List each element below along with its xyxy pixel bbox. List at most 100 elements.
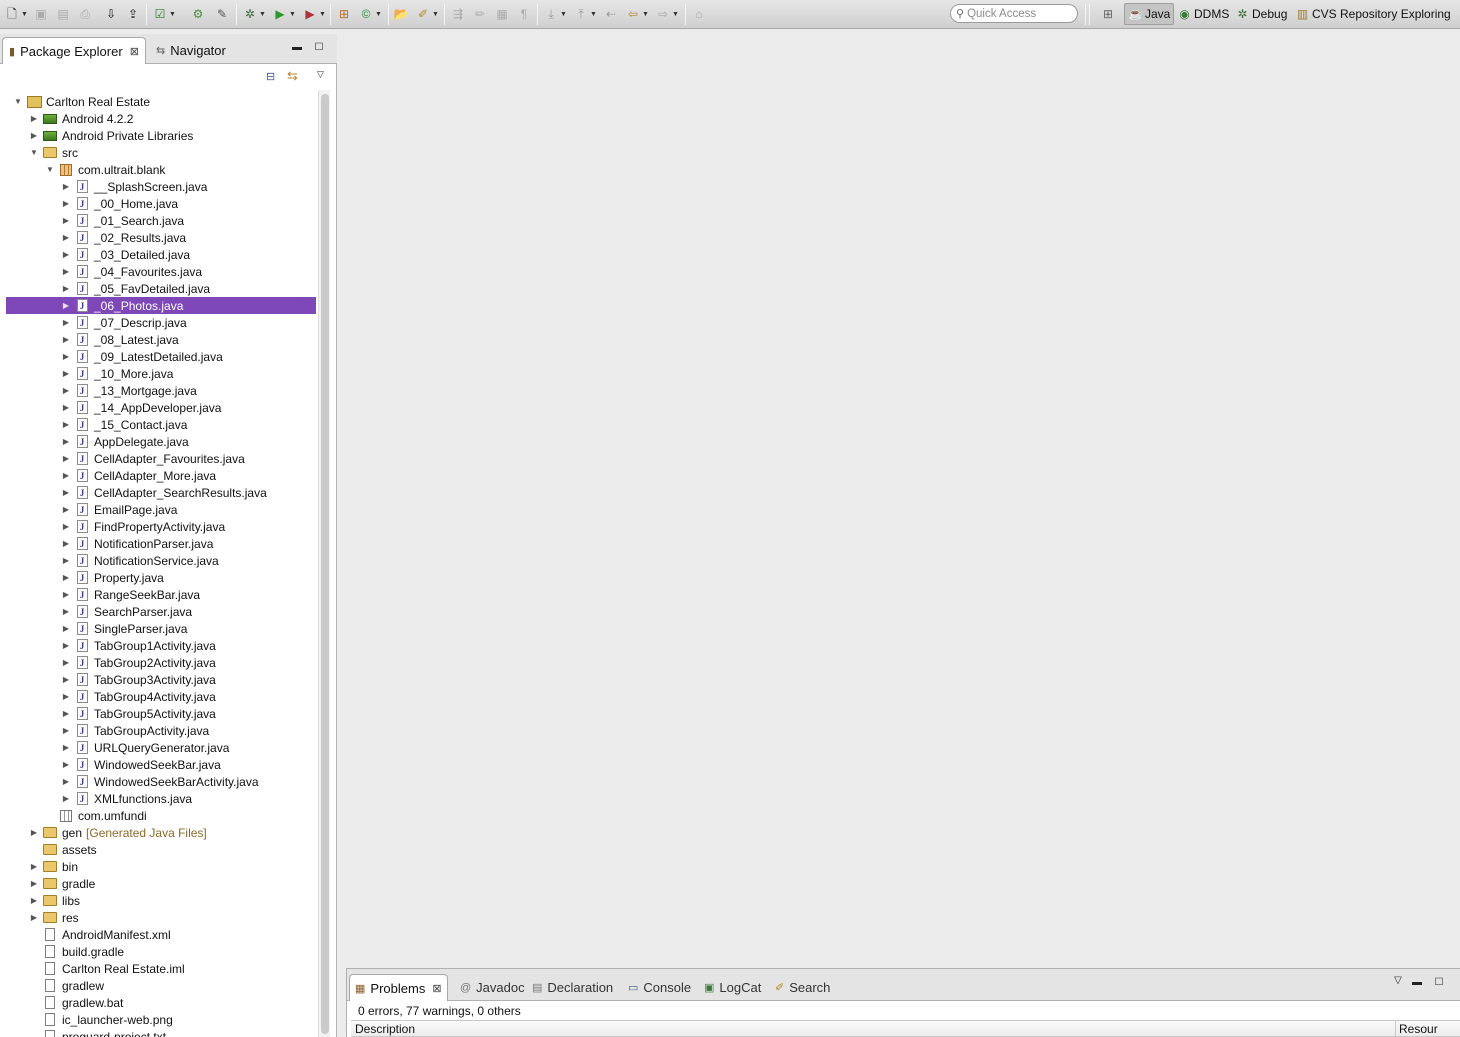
- collapsed-arrow-icon[interactable]: ▶: [60, 216, 72, 225]
- checklist-icon[interactable]: ☑ ▼: [152, 5, 176, 23]
- tree-item[interactable]: ▶ J _04_Favourites.java: [6, 263, 316, 280]
- collapsed-arrow-icon[interactable]: ▶: [60, 556, 72, 565]
- tree-item[interactable]: ▶ J _15_Contact.java: [6, 416, 316, 433]
- tree-item[interactable]: ▶ J _00_Home.java: [6, 195, 316, 212]
- collapsed-arrow-icon[interactable]: ▶: [28, 879, 40, 888]
- block-select-icon[interactable]: ▦: [494, 5, 510, 23]
- collapsed-arrow-icon[interactable]: ▶: [28, 913, 40, 922]
- maximize-icon[interactable]: ☐: [313, 41, 325, 53]
- print-icon[interactable]: ⎙: [77, 5, 93, 23]
- link-with-editor-icon[interactable]: ⇆: [287, 68, 298, 84]
- tree-item[interactable]: ▶ J NotificationService.java: [6, 552, 316, 569]
- tree-item[interactable]: ▶ J FindPropertyActivity.java: [6, 518, 316, 535]
- tree-item[interactable]: ▶ Android 4.2.2: [6, 110, 316, 127]
- tree-item[interactable]: ic_launcher-web.png: [6, 1011, 316, 1028]
- tree-item[interactable]: ▶ J AppDelegate.java: [6, 433, 316, 450]
- collapsed-arrow-icon[interactable]: ▶: [60, 488, 72, 497]
- collapsed-arrow-icon[interactable]: ▶: [60, 437, 72, 446]
- view-menu-icon[interactable]: ▽: [1392, 974, 1404, 986]
- export-icon[interactable]: ⇪: [125, 5, 141, 23]
- collapsed-arrow-icon[interactable]: ▶: [60, 658, 72, 667]
- tree-item[interactable]: ▶ J _07_Descrip.java: [6, 314, 316, 331]
- tree-item[interactable]: ▶ J CellAdapter_Favourites.java: [6, 450, 316, 467]
- tree-item[interactable]: ▶ gen [Generated Java Files]: [6, 824, 316, 841]
- tree-item[interactable]: ▶ gradle: [6, 875, 316, 892]
- tab-declaration[interactable]: ▤ Declaration: [527, 974, 618, 1001]
- tree-item[interactable]: ▶ libs: [6, 892, 316, 909]
- expanded-arrow-icon[interactable]: ▼: [44, 165, 56, 174]
- collapsed-arrow-icon[interactable]: ▶: [60, 726, 72, 735]
- collapsed-arrow-icon[interactable]: ▶: [60, 471, 72, 480]
- collapsed-arrow-icon[interactable]: ▶: [60, 641, 72, 650]
- collapsed-arrow-icon[interactable]: ▶: [60, 709, 72, 718]
- sdk-manager-icon[interactable]: ⚙: [190, 5, 206, 23]
- tree-item[interactable]: ▶ J TabGroup5Activity.java: [6, 705, 316, 722]
- collapsed-arrow-icon[interactable]: ▶: [60, 624, 72, 633]
- tree-item[interactable]: ▶ J _06_Photos.java: [6, 297, 316, 314]
- column-description[interactable]: Description: [355, 1022, 415, 1036]
- run-icon[interactable]: ▶ ▼: [272, 5, 296, 23]
- collapsed-arrow-icon[interactable]: ▶: [28, 828, 40, 837]
- tree-item[interactable]: ▶ J TabGroup4Activity.java: [6, 688, 316, 705]
- perspective-debug[interactable]: ✲ Debug: [1232, 3, 1290, 25]
- tab-javadoc[interactable]: @ Javadoc: [455, 974, 530, 1001]
- tree-item[interactable]: gradlew: [6, 977, 316, 994]
- tab-problems[interactable]: ▦ Problems ⊠: [349, 974, 448, 1001]
- collapsed-arrow-icon[interactable]: ▶: [60, 522, 72, 531]
- quick-access-input[interactable]: [967, 7, 1068, 20]
- collapse-all-icon[interactable]: ⊟: [266, 70, 275, 83]
- collapsed-arrow-icon[interactable]: ▶: [60, 352, 72, 361]
- collapsed-arrow-icon[interactable]: ▶: [28, 896, 40, 905]
- tree-item[interactable]: ▶ J Property.java: [6, 569, 316, 586]
- collapsed-arrow-icon[interactable]: ▶: [60, 420, 72, 429]
- tree-item[interactable]: assets: [6, 841, 316, 858]
- tree-item[interactable]: Carlton Real Estate.iml: [6, 960, 316, 977]
- tree-item[interactable]: ▶ J _01_Search.java: [6, 212, 316, 229]
- collapsed-arrow-icon[interactable]: ▶: [28, 862, 40, 871]
- tab-navigator[interactable]: ⇆ Navigator: [150, 37, 232, 64]
- tree-item[interactable]: ▶ Android Private Libraries: [6, 127, 316, 144]
- expanded-arrow-icon[interactable]: ▼: [28, 148, 40, 157]
- tab-console[interactable]: ▭ Console: [623, 974, 696, 1001]
- last-edit-icon[interactable]: ⇠: [603, 5, 619, 23]
- tree-item[interactable]: proguard-project.txt: [6, 1028, 316, 1037]
- save-icon[interactable]: ▣: [33, 5, 49, 23]
- scrollbar-thumb[interactable]: [321, 94, 329, 1034]
- collapsed-arrow-icon[interactable]: ▶: [60, 760, 72, 769]
- tree-item[interactable]: ▶ J SearchParser.java: [6, 603, 316, 620]
- tree-item[interactable]: ▶ J __SplashScreen.java: [6, 178, 316, 195]
- tab-logcat[interactable]: ▣ LogCat: [699, 974, 766, 1001]
- new-icon[interactable]: 🗋 ▼: [4, 5, 28, 23]
- tree-item[interactable]: ▶ J NotificationParser.java: [6, 535, 316, 552]
- tree-item[interactable]: ▶ J _09_LatestDetailed.java: [6, 348, 316, 365]
- collapsed-arrow-icon[interactable]: ▶: [60, 301, 72, 310]
- close-icon[interactable]: ⊠: [432, 982, 441, 995]
- quick-access-field[interactable]: ⚲: [950, 4, 1078, 23]
- tab-package-explorer[interactable]: ▮ Package Explorer ⊠: [2, 37, 146, 64]
- collapsed-arrow-icon[interactable]: ▶: [60, 199, 72, 208]
- collapsed-arrow-icon[interactable]: ▶: [60, 505, 72, 514]
- perspective-ddms[interactable]: ◉ DDMS: [1174, 3, 1232, 25]
- tree-item[interactable]: ▶ J URLQueryGenerator.java: [6, 739, 316, 756]
- collapsed-arrow-icon[interactable]: ▶: [28, 114, 40, 123]
- minimize-icon[interactable]: ▬: [1411, 976, 1423, 988]
- collapsed-arrow-icon[interactable]: ▶: [60, 182, 72, 191]
- column-divider[interactable]: [1395, 1021, 1396, 1036]
- open-perspective-icon[interactable]: ⊞: [1100, 5, 1116, 23]
- tree-scrollbar[interactable]: [318, 90, 330, 1037]
- tree-item[interactable]: ▶ J XMLfunctions.java: [6, 790, 316, 807]
- open-type-icon[interactable]: 📂: [393, 5, 409, 23]
- back-arrow-icon[interactable]: ⇦ ▼: [625, 5, 649, 23]
- collapsed-arrow-icon[interactable]: ▶: [60, 318, 72, 327]
- maximize-icon[interactable]: ☐: [1433, 976, 1445, 988]
- tree-item[interactable]: com.umfundi: [6, 807, 316, 824]
- new-package-icon[interactable]: ⊞: [336, 5, 352, 23]
- column-resource[interactable]: Resour: [1399, 1022, 1438, 1036]
- search-wand-icon[interactable]: ✐ ▼: [415, 5, 439, 23]
- tree-item[interactable]: ▶ J _05_FavDetailed.java: [6, 280, 316, 297]
- collapsed-arrow-icon[interactable]: ▶: [60, 573, 72, 582]
- debug-icon[interactable]: ✲ ▼: [242, 5, 266, 23]
- tree-item[interactable]: AndroidManifest.xml: [6, 926, 316, 943]
- expanded-arrow-icon[interactable]: ▼: [12, 97, 24, 106]
- tree-item[interactable]: ▶ J TabGroupActivity.java: [6, 722, 316, 739]
